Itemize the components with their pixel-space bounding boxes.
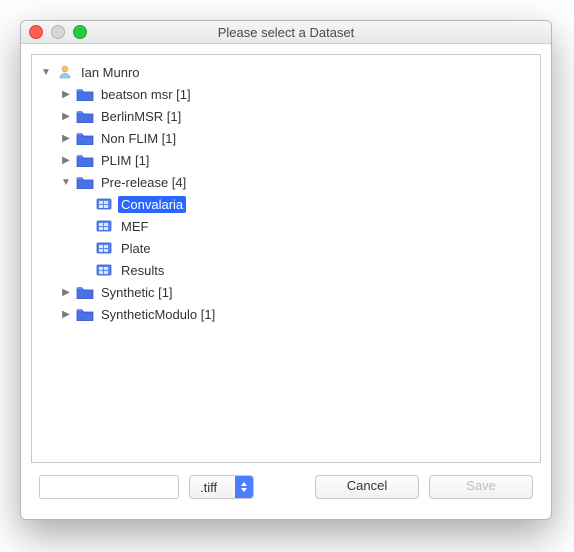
format-select[interactable]: .tiff xyxy=(189,475,254,499)
disclosure-triangle-icon[interactable]: ▶ xyxy=(60,309,72,320)
folder-icon xyxy=(76,152,94,168)
folder-icon xyxy=(76,108,94,124)
disclosure-triangle-icon[interactable]: ▼ xyxy=(60,177,72,188)
save-button[interactable]: Save xyxy=(429,475,533,499)
tree-node-dataset[interactable]: ▶ Plate xyxy=(80,237,536,259)
cancel-button[interactable]: Cancel xyxy=(315,475,419,499)
disclosure-triangle-icon[interactable]: ▶ xyxy=(60,155,72,166)
dataset-icon xyxy=(96,240,114,256)
tree-node-project[interactable]: ▶ beatson msr [1] xyxy=(60,83,536,105)
tree-node-dataset[interactable]: ▶ Convalaria xyxy=(80,193,536,215)
tree-label: Synthetic [1] xyxy=(98,284,176,301)
dialog-window: Please select a Dataset ▼ xyxy=(20,20,552,520)
tree-node-project[interactable]: ▶ Synthetic [1] xyxy=(60,281,536,303)
folder-icon xyxy=(76,306,94,322)
tree-pane[interactable]: ▼ Ian Munro ▶ xyxy=(31,54,541,463)
disclosure-triangle-icon[interactable]: ▶ xyxy=(60,287,72,298)
tree-label: Plate xyxy=(118,240,154,257)
tree-label: SyntheticModulo [1] xyxy=(98,306,218,323)
folder-icon xyxy=(76,86,94,102)
tree-label: MEF xyxy=(118,218,151,235)
tree-node-project[interactable]: ▶ SyntheticModulo [1] xyxy=(60,303,536,325)
tree-node-project[interactable]: ▶ Non FLIM [1] xyxy=(60,127,536,149)
dataset-icon xyxy=(96,196,114,212)
tree-node-project[interactable]: ▶ BerlinMSR [1] xyxy=(60,105,536,127)
content-area: ▼ Ian Munro ▶ xyxy=(21,44,551,519)
close-icon[interactable] xyxy=(29,25,43,39)
zoom-icon[interactable] xyxy=(73,25,87,39)
tree-label: Pre-release [4] xyxy=(98,174,189,191)
tree-children: ▶ Convalaria ▶ xyxy=(60,193,536,281)
tree-label: Convalaria xyxy=(118,196,186,213)
tree-node-dataset[interactable]: ▶ MEF xyxy=(80,215,536,237)
filename-input[interactable] xyxy=(39,475,179,499)
dropdown-stepper-icon xyxy=(235,476,253,498)
tree-node-dataset[interactable]: ▶ Results xyxy=(80,259,536,281)
tree-label: Results xyxy=(118,262,167,279)
disclosure-triangle-icon[interactable]: ▼ xyxy=(40,67,52,78)
dataset-icon xyxy=(96,262,114,278)
tree-label: PLIM [1] xyxy=(98,152,152,169)
window-title: Please select a Dataset xyxy=(21,25,551,40)
disclosure-triangle-icon[interactable]: ▶ xyxy=(60,111,72,122)
tree-label: BerlinMSR [1] xyxy=(98,108,184,125)
traffic-lights xyxy=(21,25,87,39)
disclosure-triangle-icon[interactable]: ▶ xyxy=(60,133,72,144)
format-label: .tiff xyxy=(190,480,235,495)
folder-icon xyxy=(76,284,94,300)
user-icon xyxy=(56,64,74,80)
titlebar: Please select a Dataset xyxy=(21,21,551,44)
folder-icon xyxy=(76,174,94,190)
tree-label: Ian Munro xyxy=(78,64,143,81)
tree-children: ▶ beatson msr [1] ▶ xyxy=(40,83,536,325)
dataset-tree: ▼ Ian Munro ▶ xyxy=(36,61,536,325)
bottom-bar: .tiff Cancel Save xyxy=(31,463,541,513)
dataset-icon xyxy=(96,218,114,234)
tree-label: Non FLIM [1] xyxy=(98,130,179,147)
tree-node-user[interactable]: ▼ Ian Munro xyxy=(40,61,536,83)
folder-icon xyxy=(76,130,94,146)
tree-node-project[interactable]: ▼ Pre-release [4] xyxy=(60,171,536,193)
disclosure-triangle-icon[interactable]: ▶ xyxy=(60,89,72,100)
tree-node-project[interactable]: ▶ PLIM [1] xyxy=(60,149,536,171)
tree-label: beatson msr [1] xyxy=(98,86,194,103)
minimize-icon[interactable] xyxy=(51,25,65,39)
